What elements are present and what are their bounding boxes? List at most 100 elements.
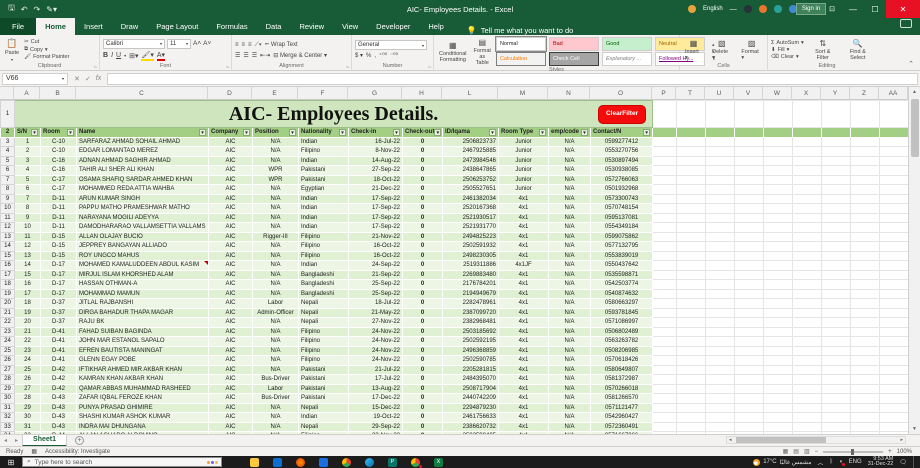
cell[interactable]: 0573300743 [591,194,653,204]
filter-dropdown-icon[interactable]: ▾ [581,129,588,136]
empty-cell[interactable] [764,356,793,366]
empty-cell[interactable] [735,403,764,413]
cell[interactable]: IFTIKHAR AHMED MIR AKBAR KHAN [77,365,209,375]
minimize-button[interactable]: — [842,0,864,18]
alignment-dialog-launcher-icon[interactable]: ⌙ [346,64,350,70]
cell[interactable]: N/A [549,422,591,432]
column-header-P[interactable]: P [652,87,676,100]
delete-cells-button[interactable]: ▧Delete ▾ [710,39,733,61]
empty-cell[interactable] [653,204,677,214]
empty-cell[interactable] [793,194,822,204]
empty-cell[interactable] [764,289,793,299]
empty-cell[interactable] [880,299,908,309]
empty-cell[interactable] [880,251,908,261]
webcam-icon[interactable] [774,5,782,13]
cell-style-checkcell[interactable]: Check Cell [549,52,599,66]
cell[interactable]: 0508206985 [591,346,653,356]
cell[interactable]: WPR [253,175,299,185]
zoom-out-icon[interactable]: − [815,449,819,455]
empty-cell[interactable] [793,413,822,423]
cell[interactable]: 0 [403,232,443,242]
empty-cell[interactable] [851,318,880,328]
conditional-formatting-button[interactable]: ▦ Conditional Formatting [437,41,469,63]
empty-cell[interactable] [851,403,880,413]
column-header-Y[interactable]: Y [821,87,850,100]
table-header-name[interactable]: Name▾ [77,128,209,138]
cell[interactable]: 2508717904 [443,384,499,394]
row-header-30[interactable]: 30 [1,394,15,404]
cell[interactable]: N/A [549,232,591,242]
empty-cell[interactable] [793,337,822,347]
column-header-U[interactable]: U [705,87,734,100]
cell[interactable]: 29-Sep-22 [349,422,403,432]
empty-cell[interactable] [822,318,851,328]
empty-cell[interactable] [677,175,706,185]
empty-cell[interactable] [653,308,677,318]
empty-cell[interactable] [677,156,706,166]
cell[interactable]: Nepali [299,422,349,432]
cell[interactable]: 2494825223 [443,232,499,242]
cell[interactable]: N/A [253,223,299,233]
cell[interactable]: 2503185692 [443,327,499,337]
empty-cell[interactable] [851,213,880,223]
row-header-4[interactable]: 4 [1,147,15,157]
empty-cell[interactable] [677,327,706,337]
table-header-room[interactable]: Room▾ [41,128,77,138]
cell[interactable]: 4x1 [499,223,549,233]
empty-cell[interactable] [677,194,706,204]
empty-cell[interactable] [764,299,793,309]
empty-cell[interactable] [735,394,764,404]
cell[interactable]: 2521931770 [443,223,499,233]
empty-cell[interactable] [793,213,822,223]
cell[interactable]: AIC [209,375,253,385]
row-header-8[interactable]: 8 [1,185,15,195]
empty-cell[interactable] [764,346,793,356]
empty-cell[interactable] [706,299,735,309]
page-layout-view-icon[interactable]: ▤ [793,448,799,455]
empty-cell[interactable] [822,308,851,318]
cell[interactable]: D-11 [41,194,77,204]
cell[interactable]: 23 [15,346,41,356]
empty-cell[interactable] [735,137,764,147]
cell[interactable]: N/A [549,223,591,233]
cell[interactable]: N/A [253,137,299,147]
empty-cell[interactable] [880,394,908,404]
empty-cell[interactable] [822,156,851,166]
number-dialog-launcher-icon[interactable]: ⌙ [428,64,432,70]
cell[interactable]: Pakistani [299,394,349,404]
column-header-L[interactable]: L [442,87,498,100]
row-header-19[interactable]: 19 [1,289,15,299]
cell[interactable]: N/A [253,289,299,299]
empty-cell[interactable] [764,413,793,423]
cell[interactable]: Rigger-III [253,232,299,242]
cell[interactable]: 2484395070 [443,375,499,385]
empty-cell[interactable] [735,346,764,356]
empty-cell[interactable] [677,223,706,233]
empty-cell[interactable] [735,147,764,157]
empty-cell[interactable] [653,261,677,271]
cell[interactable]: 0506802489 [591,327,653,337]
row-header-14[interactable]: 14 [1,242,15,252]
row-header-5[interactable]: 5 [1,156,15,166]
empty-cell[interactable] [851,289,880,299]
empty-cell[interactable] [735,166,764,176]
cell[interactable]: Nepali [299,318,349,328]
cell[interactable]: N/A [549,403,591,413]
empty-cell[interactable] [764,204,793,214]
cell[interactable]: KAMRAN KHAN AKBAR KHAN [77,375,209,385]
empty-cell[interactable] [706,318,735,328]
empty-cell[interactable] [880,194,908,204]
cell[interactable]: 14-Aug-22 [349,156,403,166]
table-header-check-in[interactable]: Check-in▾ [349,128,403,138]
empty-cell[interactable] [653,147,677,157]
cell[interactable]: Indian [299,156,349,166]
cell[interactable]: 0501932968 [591,185,653,195]
cell[interactable]: 0 [403,365,443,375]
empty-cell[interactable] [706,194,735,204]
cell[interactable]: N/A [253,280,299,290]
empty-cell[interactable] [764,101,793,128]
cell[interactable]: 4x1 [499,384,549,394]
empty-cell[interactable] [706,185,735,195]
empty-cell[interactable] [677,422,706,432]
cell[interactable]: Indian [299,223,349,233]
